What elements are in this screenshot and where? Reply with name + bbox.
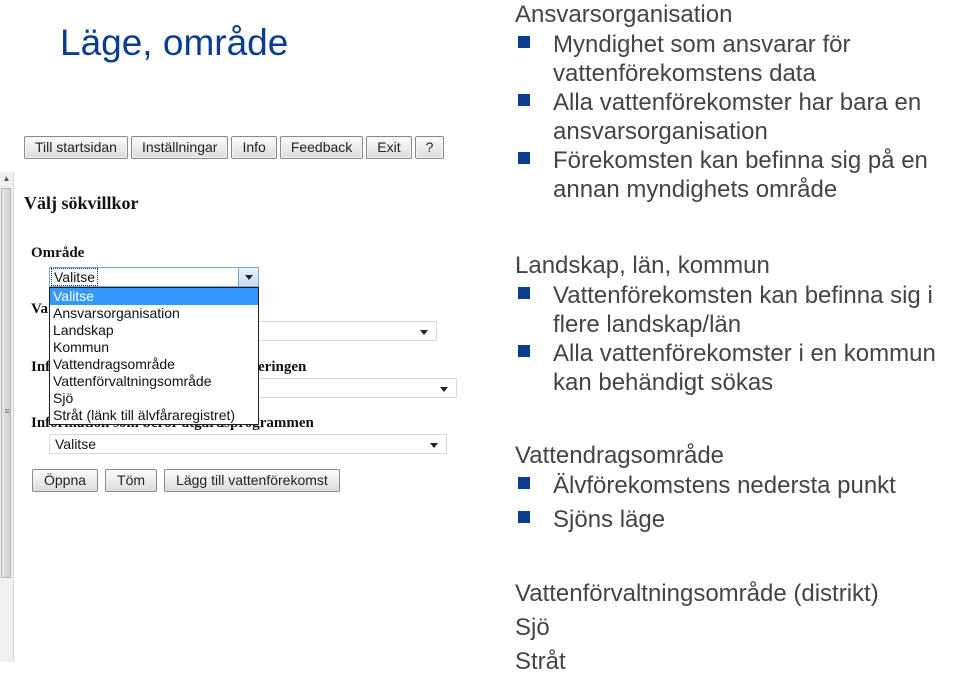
bullet-text: Älvförekomstens nedersta punkt [553, 472, 896, 499]
exit-button[interactable]: Exit [366, 136, 412, 159]
bullet-text: Förekomsten kan befinna sig på en annan … [553, 147, 928, 203]
info-button[interactable]: Info [231, 136, 277, 159]
slide-title: Läge, område [60, 22, 289, 63]
square-bullet-icon [518, 94, 530, 106]
form-buttons: Öppna Töm Lägg till vattenförekomst [32, 469, 340, 492]
section-title: Landskap, län, kommun [515, 252, 770, 279]
bullet-item: Sjöns läge [515, 505, 960, 534]
vertical-scrollbar[interactable]: ▲ ≡ [0, 172, 14, 662]
field4-select-value: Valitse [55, 436, 96, 452]
app-screenshot: Till startsidan Inställningar Info Feedb… [0, 130, 470, 671]
square-bullet-icon [518, 287, 530, 299]
settings-button[interactable]: Inställningar [130, 136, 229, 159]
bullet-text: Vattenförekomsten kan befinna sig i fler… [553, 282, 933, 338]
open-button[interactable]: Öppna [32, 469, 99, 492]
square-bullet-icon [518, 36, 530, 48]
scroll-thumb[interactable]: ≡ [1, 188, 11, 578]
dropdown-option-ansvarsorganisation[interactable]: Ansvarsorganisation [50, 305, 258, 322]
square-bullet-icon [518, 152, 530, 164]
grip-icon: ≡ [4, 406, 10, 416]
bullet-item: Förekomsten kan befinna sig på en annan … [515, 146, 960, 204]
section-title: Ansvarsorganisation [515, 1, 733, 28]
omrade-dropdown-button[interactable] [238, 268, 258, 286]
omrade-label: Område [31, 245, 85, 261]
omrade-select[interactable]: Valitse [49, 267, 259, 287]
bullet-item: Vattenförekomsten kan befinna sig i fler… [515, 281, 960, 339]
field2-label: Va [31, 301, 48, 317]
dropdown-option-vattendragsomrade[interactable]: Vattendragsområde [50, 356, 258, 373]
chevron-down-icon [430, 443, 438, 448]
bullet-text: Alla vattenförekomster i en kommun kan b… [553, 340, 936, 396]
chevron-down-icon [420, 330, 428, 335]
chevron-down-icon [440, 387, 448, 392]
chevron-down-icon [245, 275, 253, 280]
dropdown-option-strat[interactable]: Stråt (länk till älvfåraregistret) [50, 407, 258, 424]
plain-line: Sjö [515, 614, 550, 641]
section-vattendragsomrade: Vattendragsområde Älvförekomstens neders… [515, 441, 960, 534]
feedback-button[interactable]: Feedback [279, 136, 364, 159]
field4-select[interactable]: Valitse [49, 434, 447, 454]
page-heading: Välj sökvillkor [24, 193, 139, 213]
clear-button[interactable]: Töm [105, 469, 158, 492]
home-button[interactable]: Till startsidan [24, 136, 128, 159]
dropdown-option-valitse[interactable]: Valitse [50, 288, 258, 305]
section-title: Vattendragsområde [515, 442, 725, 469]
plain-lines: Vattenförvaltningsområde (distrikt) Sjö … [515, 577, 960, 679]
dropdown-option-sjo[interactable]: Sjö [50, 390, 258, 407]
help-button[interactable]: ? [414, 136, 445, 159]
scroll-up-arrow-icon[interactable]: ▲ [0, 172, 13, 186]
dropdown-option-kommun[interactable]: Kommun [50, 339, 258, 356]
omrade-dropdown-list: Valitse Ansvarsorganisation Landskap Kom… [49, 287, 259, 425]
square-bullet-icon [518, 511, 530, 523]
bullet-item: Myndighet som ansvarar för vattenförekom… [515, 30, 960, 88]
field3-label-right: eringen [258, 359, 307, 375]
plain-line: Stråt [515, 648, 566, 675]
section-ansvarsorganisation: Ansvarsorganisation Myndighet som ansvar… [515, 0, 960, 204]
add-water-body-button[interactable]: Lägg till vattenförekomst [164, 469, 340, 492]
bullet-text: Alla vattenförekomster har bara en ansva… [553, 89, 922, 145]
bullet-item: Alla vattenförekomster i en kommun kan b… [515, 339, 960, 397]
field3-label-left: Inf [31, 359, 51, 375]
bullet-item: Alla vattenförekomster har bara en ansva… [515, 88, 960, 146]
plain-line: Vattenförvaltningsområde (distrikt) [515, 580, 879, 607]
dropdown-option-vattenforvaltningsomrade[interactable]: Vattenförvaltningsområde [50, 373, 258, 390]
section-landskap: Landskap, län, kommun Vattenförekomsten … [515, 251, 960, 397]
toolbar: Till startsidan Inställningar Info Feedb… [24, 136, 445, 159]
square-bullet-icon [518, 345, 530, 357]
bullet-item: Älvförekomstens nedersta punkt [515, 471, 960, 500]
omrade-select-value: Valitse [51, 268, 98, 286]
dropdown-option-landskap[interactable]: Landskap [50, 322, 258, 339]
bullet-text: Myndighet som ansvarar för vattenförekom… [553, 31, 851, 87]
square-bullet-icon [518, 477, 530, 489]
bullet-text: Sjöns läge [553, 506, 666, 533]
